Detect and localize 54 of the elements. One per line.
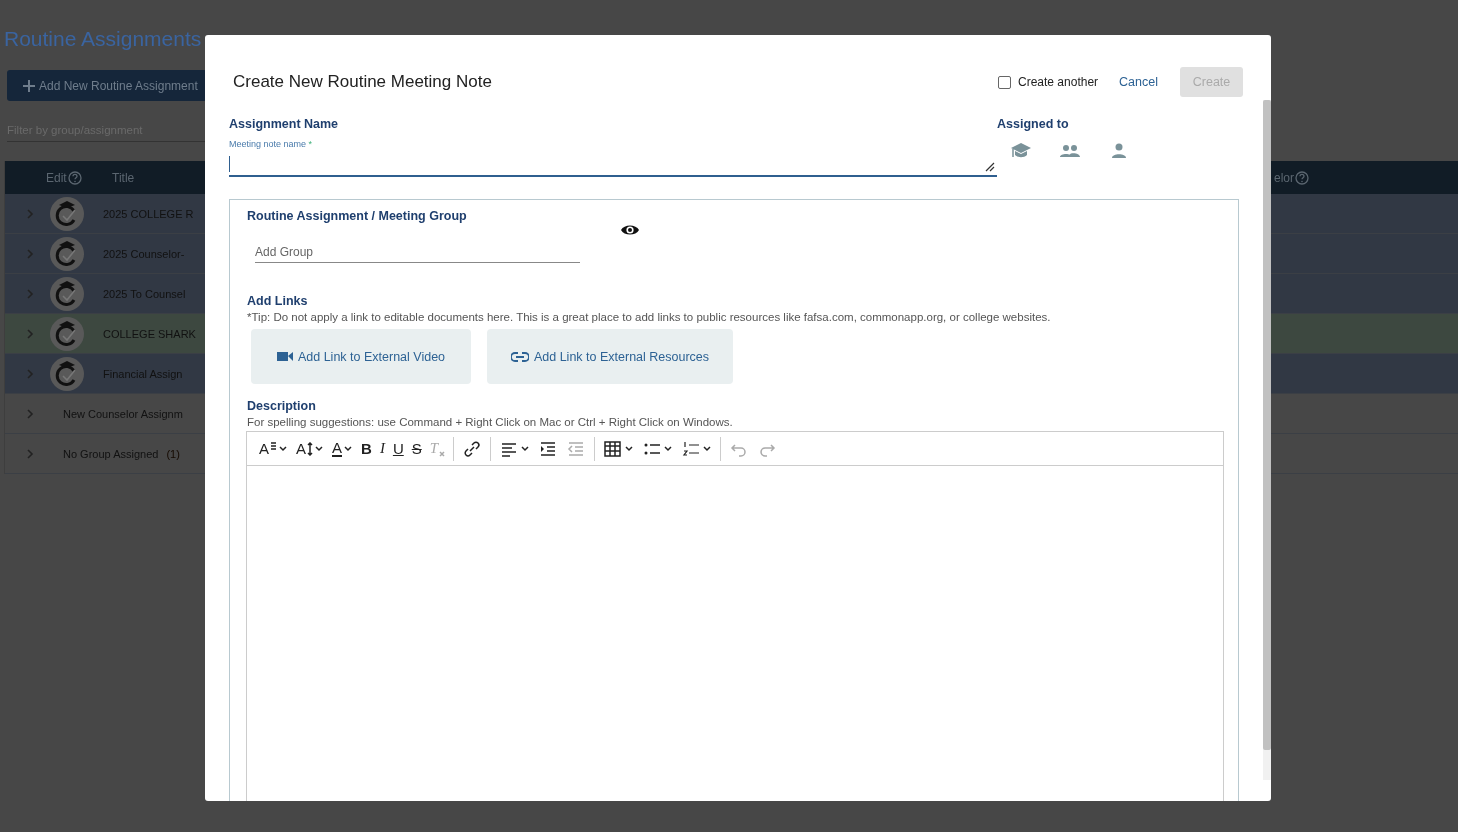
tip-text: *Tip: Do not apply a link to editable documents here. This is a great place to add links to public resources like fafsa.com, commonapp.org, or college websites. [247, 311, 1052, 323]
logo-icon [49, 235, 85, 272]
font-color-button[interactable]: A [328, 436, 358, 461]
page-title: Routine Assignments [4, 26, 202, 52]
caret-icon [343, 443, 354, 454]
logo-icon [49, 195, 85, 232]
table-icon [603, 438, 624, 459]
scrollbar[interactable] [1263, 100, 1271, 780]
chevron-right-icon[interactable] [25, 447, 35, 460]
logo-icon [49, 355, 85, 392]
resize-handle-icon[interactable] [985, 162, 995, 172]
section-label: Description [247, 399, 317, 413]
section-label: Add Links [247, 294, 309, 308]
add-resource-link-button[interactable]: Add Link to External Resources [487, 329, 733, 384]
dialog-title: Create New Routine Meeting Note [233, 72, 493, 92]
chevron-right-icon[interactable] [25, 327, 35, 340]
section-label: Assignment Name [229, 117, 340, 131]
logo-icon [49, 275, 85, 312]
hint-text: For spelling suggestions: use Command + Right Click on Mac or Ctrl + Right Click on Windows. [247, 416, 734, 428]
column-header: Title [112, 170, 135, 185]
font-size-button[interactable]: A [292, 436, 329, 461]
caret-icon [520, 443, 531, 454]
create-another-checkbox[interactable]: Create another [998, 75, 1099, 89]
add-assignment-button[interactable]: Add New Routine Assignment [7, 70, 207, 101]
section-label: Routine Assignment / Meeting Group [247, 209, 468, 223]
font-size-icon [307, 441, 314, 456]
help-icon[interactable] [1295, 170, 1309, 185]
font-family-icon [270, 441, 277, 450]
cancel-link[interactable]: Cancel [1119, 75, 1158, 89]
caret-icon [663, 443, 674, 454]
section-label: Assigned to [997, 117, 1070, 131]
link-icon [510, 351, 529, 362]
name-field[interactable]: Meeting note name * [229, 133, 997, 177]
bold-button[interactable]: B [357, 436, 376, 461]
eye-icon[interactable] [620, 223, 640, 237]
font-family-button[interactable]: A [255, 436, 292, 461]
chevron-right-icon[interactable] [25, 407, 35, 420]
caret-icon [314, 443, 325, 454]
logo-icon [49, 315, 85, 352]
caret-icon [702, 443, 713, 454]
row-count: (1) [166, 447, 180, 460]
column-header: elor [1274, 170, 1294, 185]
plus-icon [23, 79, 35, 92]
add-video-link-button[interactable]: Add Link to External Video [251, 329, 471, 384]
strike-button[interactable]: S [407, 436, 426, 461]
clear-icon [439, 450, 446, 457]
italic-button[interactable]: I [375, 436, 389, 461]
help-icon[interactable] [67, 170, 82, 185]
caret-icon [624, 443, 635, 454]
underline-button[interactable]: U [388, 436, 408, 461]
column-header: Edit [46, 170, 67, 185]
text-cursor [229, 156, 230, 172]
caret-icon [278, 443, 288, 454]
video-camera-icon [276, 351, 293, 362]
